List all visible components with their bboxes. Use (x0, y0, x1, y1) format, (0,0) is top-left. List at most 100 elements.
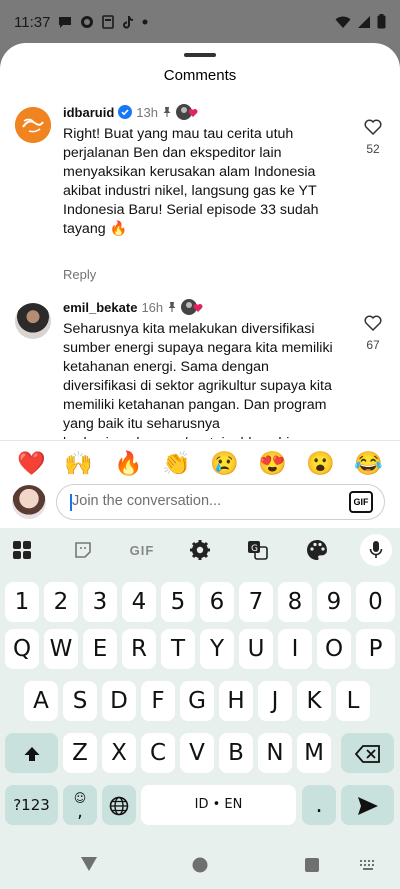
avatar[interactable] (15, 107, 51, 143)
backspace-key[interactable] (341, 733, 394, 773)
shift-arrow-icon (24, 746, 39, 761)
sticker-icon[interactable] (71, 538, 95, 562)
key-l[interactable]: L (336, 681, 370, 721)
key-r[interactable]: R (122, 629, 156, 669)
status-bar: 11:37 (0, 0, 400, 44)
key-a[interactable]: A (24, 681, 58, 721)
key-h[interactable]: H (219, 681, 253, 721)
key-m[interactable]: M (297, 733, 331, 773)
comment-text: Seharusnya kita melakukan diversifikasi … (63, 321, 333, 439)
avatar[interactable] (15, 303, 51, 339)
comment-input-row: Join the conversation... GIF (0, 484, 400, 524)
key-c[interactable]: C (141, 733, 175, 773)
more-notifications-icon (142, 19, 148, 25)
key-v[interactable]: V (180, 733, 214, 773)
like-button[interactable]: 52 (362, 119, 384, 156)
drag-handle[interactable] (184, 53, 216, 57)
emoji-raising-hands[interactable]: 🙌 (64, 449, 93, 477)
status-time: 11:37 (14, 14, 51, 31)
comment-username[interactable]: idbaruid (63, 105, 114, 120)
comment-header: idbaruid 13h (63, 104, 198, 120)
like-count: 52 (366, 142, 380, 156)
translate-icon[interactable]: G (246, 538, 270, 562)
app-notification-icon (81, 16, 93, 28)
gif-tool-label: GIF (129, 542, 155, 558)
notification-icons (58, 15, 148, 29)
key-z[interactable]: Z (63, 733, 97, 773)
settings-gear-icon[interactable] (188, 538, 212, 562)
key-9[interactable]: 9 (317, 582, 351, 622)
emoji-crying[interactable]: 😢 (210, 449, 239, 477)
key-5[interactable]: 5 (161, 582, 195, 622)
key-1[interactable]: 1 (5, 582, 39, 622)
comma-label: , (77, 801, 83, 822)
language-key[interactable] (102, 785, 136, 825)
key-g[interactable]: G (180, 681, 214, 721)
key-j[interactable]: J (258, 681, 292, 721)
comment-header: emil_bekate 16h (63, 299, 203, 315)
system-icons (335, 14, 386, 29)
key-b[interactable]: B (219, 733, 253, 773)
key-s[interactable]: S (63, 681, 97, 721)
emoji-clapping[interactable]: 👏 (162, 449, 191, 477)
apps-grid-icon[interactable] (10, 538, 34, 562)
theme-palette-icon[interactable] (305, 538, 329, 562)
key-3[interactable]: 3 (83, 582, 117, 622)
key-e[interactable]: E (83, 629, 117, 669)
key-4[interactable]: 4 (122, 582, 156, 622)
heart-icon (188, 109, 198, 117)
comment-input[interactable]: Join the conversation... GIF (56, 484, 385, 520)
send-arrow-icon (357, 796, 378, 815)
gif-tool-icon[interactable]: GIF (128, 538, 156, 562)
key-f[interactable]: F (141, 681, 175, 721)
emoji-comma-key[interactable]: ☺ , (63, 785, 97, 825)
microphone-button[interactable] (360, 534, 392, 566)
emoji-surprised[interactable]: 😮 (306, 449, 335, 477)
tiktok-notification-icon (123, 16, 133, 29)
reply-button[interactable]: Reply (63, 267, 96, 282)
gif-button[interactable]: GIF (349, 491, 373, 513)
key-2[interactable]: 2 (44, 582, 78, 622)
key-n[interactable]: N (258, 733, 292, 773)
heart-outline-icon (364, 315, 382, 332)
pin-icon (163, 107, 171, 117)
back-nav-icon[interactable] (80, 856, 98, 872)
key-6[interactable]: 6 (200, 582, 234, 622)
key-q[interactable]: Q (5, 629, 39, 669)
like-count: 67 (366, 338, 380, 352)
emoji-heart[interactable]: ❤️ (17, 449, 46, 477)
emoji-quick-bar: ❤️ 🙌 🔥 👏 😢 😍 😮 😂 (0, 440, 400, 485)
symbols-key[interactable]: ?123 (5, 785, 58, 825)
comment-username[interactable]: emil_bekate (63, 300, 137, 315)
key-0[interactable]: 0 (356, 582, 395, 622)
emoji-fire[interactable]: 🔥 (114, 449, 143, 477)
key-p[interactable]: P (356, 629, 395, 669)
space-bar[interactable]: ID • EN (141, 785, 296, 825)
recents-nav-icon[interactable] (305, 858, 319, 872)
like-button[interactable]: 67 (362, 315, 384, 352)
key-y[interactable]: Y (200, 629, 234, 669)
key-d[interactable]: D (102, 681, 136, 721)
emoji-laughing[interactable]: 😂 (354, 449, 383, 477)
keyboard: GIF G 1 2 3 4 5 6 7 8 9 0 Q W E R T Y U … (0, 528, 400, 889)
home-nav-icon[interactable] (192, 857, 208, 873)
key-i[interactable]: I (278, 629, 312, 669)
key-w[interactable]: W (44, 629, 78, 669)
brand-logo-icon (15, 107, 51, 143)
svg-text:G: G (251, 544, 258, 554)
key-u[interactable]: U (239, 629, 273, 669)
comment-time: 16h (141, 299, 164, 315)
keyboard-switch-icon[interactable] (360, 860, 376, 870)
key-7[interactable]: 7 (239, 582, 273, 622)
key-k[interactable]: K (297, 681, 331, 721)
comments-list[interactable]: idbaruid 13h Right! Buat yang mau tau ce… (0, 99, 400, 439)
key-8[interactable]: 8 (278, 582, 312, 622)
emoji-heart-eyes[interactable]: 😍 (258, 449, 287, 477)
key-x[interactable]: X (102, 733, 136, 773)
key-o[interactable]: O (317, 629, 351, 669)
send-key[interactable] (341, 785, 394, 825)
shift-key[interactable] (5, 733, 58, 773)
period-key[interactable]: . (302, 785, 336, 825)
verified-badge-icon (118, 105, 133, 119)
key-t[interactable]: T (161, 629, 195, 669)
